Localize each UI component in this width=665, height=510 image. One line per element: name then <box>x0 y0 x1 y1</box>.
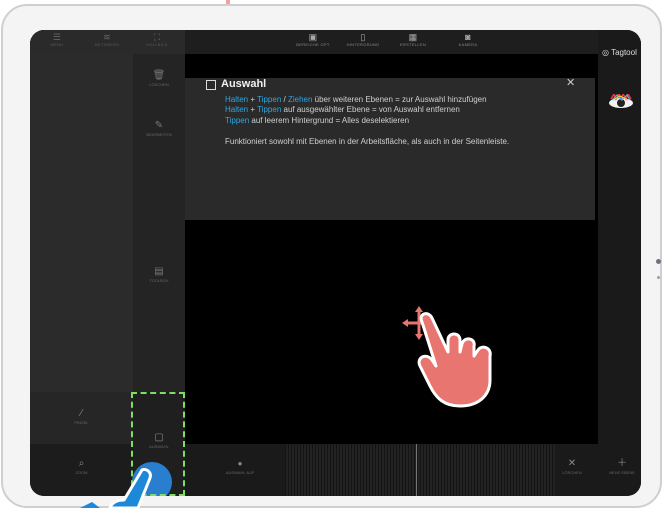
dialog-title: Auswahl <box>221 78 267 90</box>
help-line-4: Funktioniert sowohl mit Ebenen in der Ar… <box>225 136 510 146</box>
close-icon[interactable]: ✕ <box>566 76 575 89</box>
camera-icon: ◙ <box>465 32 471 42</box>
wifi-icon: ≋ <box>103 32 111 42</box>
top-left-toolbar: ☰ MENÜ ≋ NETZWERK ⛶ VOLLBILD <box>30 30 185 54</box>
help-line-1: Halten + Tippen / Ziehen über weiteren E… <box>225 95 487 104</box>
layer-timeline[interactable] <box>285 444 555 496</box>
toolbox-button[interactable]: ▤ TOOLBOX <box>133 266 185 283</box>
dot-icon: ● <box>237 459 243 468</box>
edit-tool-button[interactable]: ✎ BEARBEITEN <box>133 120 185 137</box>
brush-icon: ⁄ <box>80 408 83 419</box>
dialog-body: Halten + Tippen / Ziehen über weiteren E… <box>225 95 545 147</box>
network-button[interactable]: ≋ NETZWERK <box>82 32 132 47</box>
new-layer-button[interactable]: ＋ NEUE EBENE <box>602 458 641 475</box>
sensor-dot <box>657 276 660 279</box>
fullscreen-icon: ⛶ <box>153 32 161 42</box>
delete-tool-button[interactable]: 🗑 LÖSCHEN <box>133 70 185 87</box>
select-on-button[interactable]: ● AUSWAHL AUF <box>210 458 270 475</box>
selection-help-dialog: Auswahl ✕ Halten + Tippen / Ziehen über … <box>185 76 595 220</box>
camera-dot <box>656 259 661 264</box>
help-line-3: Tippen auf leerem Hintergrund = Alles de… <box>225 115 410 125</box>
delete-layer-button[interactable]: ✕ LÖSCHEN <box>552 458 592 475</box>
camera-button[interactable]: ◙ KAMERA <box>438 32 498 47</box>
pointer-hand-icon <box>80 468 152 510</box>
edit-icon: ✎ <box>154 120 164 131</box>
fullscreen-button[interactable]: ⛶ VOLLBILD <box>132 32 182 47</box>
hand-pointer-icon <box>417 312 492 408</box>
right-strip: ◎ Tagtool <box>598 30 641 496</box>
menu-icon: ☰ <box>52 32 62 42</box>
app-screen: ☰ MENÜ ≋ NETZWERK ⛶ VOLLBILD ▣ BEREICHE … <box>30 30 641 496</box>
timeline-playhead[interactable] <box>416 444 417 496</box>
brand-logo: ◎ Tagtool <box>602 48 637 57</box>
toolbox-icon: ▤ <box>154 266 164 277</box>
plus-icon: ＋ <box>617 458 627 469</box>
grid-icon: ▦ <box>408 32 418 42</box>
close-icon: ✕ <box>567 458 577 469</box>
logo-mark-icon: ◎ <box>602 48 609 57</box>
create-button[interactable]: ▦ ERSTELLEN <box>383 32 443 47</box>
trash-icon: 🗑 <box>152 70 166 81</box>
sidebar-tools: 🗑 LÖSCHEN ✎ BEARBEITEN ▤ TOOLBOX <box>133 54 185 392</box>
tablet-frame: ☰ MENÜ ≋ NETZWERK ⛶ VOLLBILD ▣ BEREICHE … <box>1 4 662 508</box>
brush-tool-button[interactable]: ⁄ PINSEL <box>30 392 133 444</box>
eye-icon[interactable] <box>608 94 634 110</box>
help-line-2: Halten + Tippen auf ausgewählter Ebene =… <box>225 105 460 115</box>
selection-square-icon <box>206 80 216 90</box>
menu-button[interactable]: ☰ MENÜ <box>32 32 82 47</box>
layer-panel <box>30 54 133 392</box>
